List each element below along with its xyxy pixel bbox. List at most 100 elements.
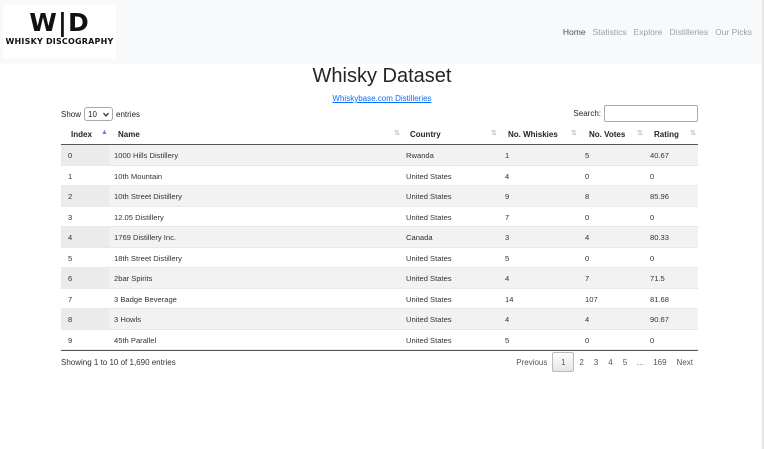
entries-label: entries (116, 109, 141, 119)
sort-icon: ⇅ (690, 130, 696, 137)
cell-country: United States (406, 335, 452, 345)
distilleries-table: Index ▲ Name ⇅ Country ⇅ No. Whiskies ⇅ … (61, 125, 698, 351)
cell-votes: 0 (585, 253, 590, 263)
cell-whiskies: 4 (505, 315, 510, 324)
cell-rating: 80.33 (650, 233, 670, 242)
navbar: W|D WHISKY DISCOGRAPHY Home Statistics E… (0, 0, 764, 64)
cell-index: 1 (68, 171, 73, 181)
previous-button[interactable]: Previous (511, 352, 552, 372)
entries-select[interactable]: 10 (84, 107, 114, 121)
nav-explore[interactable]: Explore (634, 27, 663, 37)
sort-icon: ⇅ (637, 130, 643, 137)
page-button-3[interactable]: 3 (589, 352, 603, 372)
cell-country: United States (406, 192, 452, 201)
cell-index: 4 (68, 233, 73, 242)
table-row: 4 1769 Distillery Inc. Canada 3 4 80.33 (61, 227, 698, 248)
cell-country: Canada (406, 233, 433, 242)
cell-index: 6 (68, 274, 73, 283)
table-row: 8 3 Howls United States 4 4 90.67 (61, 309, 698, 330)
cell-country: United States (406, 253, 452, 263)
col-rating-header[interactable]: Rating (654, 130, 679, 139)
col-name-header[interactable]: Name (118, 130, 140, 139)
search-label: Search: (573, 109, 601, 118)
cell-name: 1000 Hills Distillery (114, 151, 179, 160)
cell-rating: 0 (650, 212, 655, 222)
cell-whiskies: 14 (505, 294, 514, 304)
cell-whiskies: 1 (505, 151, 510, 160)
cell-votes: 7 (585, 274, 590, 283)
cell-votes: 5 (585, 151, 590, 160)
table-info: Showing 1 to 10 of 1,690 entries (61, 358, 176, 367)
cell-name: 18th Street Distillery (114, 253, 182, 263)
cell-rating: 0 (650, 253, 655, 263)
page-button-last[interactable]: 169 (648, 352, 671, 372)
entries-length-control: Show 10 entries (61, 107, 140, 121)
nav-distilleries[interactable]: Distilleries (669, 27, 708, 37)
col-votes-header[interactable]: No. Votes (589, 130, 625, 139)
cell-rating: 85.96 (650, 192, 670, 201)
show-label: Show (61, 109, 82, 119)
cell-rating: 90.67 (650, 315, 670, 324)
table-header: Index ▲ Name ⇅ Country ⇅ No. Whiskies ⇅ … (61, 125, 698, 145)
col-country-header[interactable]: Country (410, 130, 441, 139)
cell-name: 12.05 Distillery (114, 212, 164, 222)
cell-country: United States (406, 171, 452, 181)
cell-votes: 107 (585, 294, 598, 304)
col-index-header[interactable]: Index (71, 130, 92, 139)
cell-country: United States (406, 315, 452, 324)
page-button-1[interactable]: 1 (552, 352, 575, 372)
brand-name: WHISKY DISCOGRAPHY (5, 37, 114, 46)
cell-votes: 8 (585, 192, 590, 201)
brand-mark: W|D (29, 8, 90, 37)
cell-rating: 81.68 (650, 294, 670, 304)
brand-logo[interactable]: W|D WHISKY DISCOGRAPHY (3, 5, 116, 58)
cell-rating: 0 (650, 335, 655, 345)
page-ellipsis: … (636, 357, 645, 367)
cell-index: 7 (68, 294, 73, 304)
cell-rating: 0 (650, 171, 655, 181)
cell-name: 45th Parallel (114, 335, 157, 345)
cell-index: 8 (68, 315, 73, 324)
cell-country: United States (406, 212, 452, 222)
cell-votes: 4 (585, 315, 590, 324)
table-row: 7 3 Badge Beverage United States 14 107 81.68 (61, 289, 698, 309)
cell-rating: 40.67 (650, 151, 670, 160)
cell-name: 10th Street Distillery (114, 192, 182, 201)
cell-index: 3 (68, 212, 73, 222)
cell-votes: 4 (585, 233, 590, 242)
page-title: Whisky Dataset (312, 65, 452, 87)
cell-index: 9 (68, 335, 73, 345)
sort-icon: ⇅ (491, 130, 497, 137)
cell-index: 5 (68, 253, 73, 263)
nav-statistics[interactable]: Statistics (593, 27, 627, 37)
next-button[interactable]: Next (672, 352, 698, 372)
cell-name: 10th Mountain (114, 171, 163, 181)
page-button-4[interactable]: 4 (603, 352, 617, 372)
table-row: 2 10th Street Distillery United States 9 8 85… (61, 186, 698, 207)
cell-whiskies: 5 (505, 335, 510, 345)
table-bottom-rule (61, 350, 698, 351)
cell-name: 3 Badge Beverage (114, 294, 177, 304)
page-button-5[interactable]: 5 (618, 352, 632, 372)
table-body: 0 1000 Hills Distillery Rwanda 1 5 40.67 1 10th… (61, 145, 698, 350)
source-link[interactable]: Whiskybase.com Distilleries (332, 94, 431, 103)
cell-whiskies: 9 (505, 192, 510, 201)
cell-whiskies: 7 (505, 212, 510, 222)
table-row: 5 18th Street Distillery United States 5 0 0 (61, 248, 698, 268)
pagination: Previous 1 2 3 4 5 … 169 Next (511, 352, 698, 372)
nav-home[interactable]: Home (563, 27, 586, 37)
search-input[interactable] (604, 105, 698, 122)
cell-country: United States (406, 274, 452, 283)
cell-index: 0 (68, 151, 73, 160)
entries-select-value: 10 (88, 109, 97, 119)
cell-whiskies: 5 (505, 253, 510, 263)
table-row: 3 12.05 Distillery United States 7 0 0 (61, 207, 698, 227)
sort-icon: ⇅ (571, 130, 577, 137)
table-row: 9 45th Parallel United States 5 0 0 (61, 330, 698, 350)
col-whiskies-header[interactable]: No. Whiskies (508, 130, 558, 139)
cell-whiskies: 3 (505, 233, 510, 242)
nav-our-picks[interactable]: Our Picks (715, 27, 752, 37)
sort-icon: ⇅ (394, 130, 400, 137)
page-button-2[interactable]: 2 (574, 352, 588, 372)
nav-menu: Home Statistics Explore Distilleries Our… (563, 27, 752, 37)
